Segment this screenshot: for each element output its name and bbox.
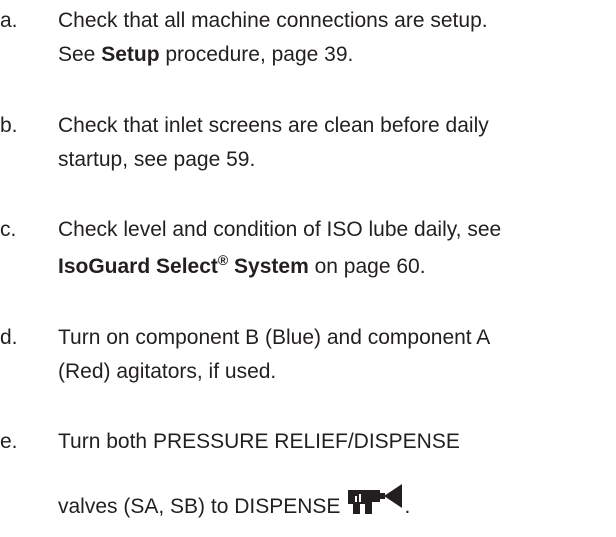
isoguard-reference-system: System [228,255,309,278]
dispense-gun-icon [346,482,404,516]
step-d-line-2: (Red) agitators, if used. [58,360,277,383]
step-e-line-1: Turn both PRESSURE RELIEF/DISPENSE [58,430,460,453]
step-b-line-1: Check that inlet screens are clean befor… [58,114,489,137]
isoguard-reference: IsoGuard Select [58,255,218,278]
step-d-line-1: Turn on component B (Blue) and component… [58,326,491,349]
step-b-line-2: startup, see page 59. [58,148,256,171]
procedure-step-list: a. Check that all machine connections ar… [0,0,616,537]
step-a-text: See [58,43,102,66]
step-a-line-1: Check that all machine connections are s… [58,9,488,32]
step-c-line-2: IsoGuard Select® System on page 60. [58,251,426,283]
step-e-line-2: valves (SA, SB) to DISPENSE . [58,482,410,523]
step-c-page-ref: on page 60. [308,255,426,278]
setup-reference: Setup [101,43,160,66]
step-marker: b. [0,114,18,137]
step-a-page-ref: procedure, page 39. [159,43,354,66]
step-e-text: valves (SA, SB) to DISPENSE [58,495,341,518]
step-marker: a. [0,9,18,32]
step-a-line-2: See Setup procedure, page 39. [58,39,353,71]
step-e-period: . [404,495,411,518]
step-c-line-1: Check level and condition of ISO lube da… [58,218,502,241]
step-marker: d. [0,326,18,349]
step-marker: e. [0,430,18,453]
registered-mark: ® [217,252,229,268]
step-marker: c. [0,218,17,241]
